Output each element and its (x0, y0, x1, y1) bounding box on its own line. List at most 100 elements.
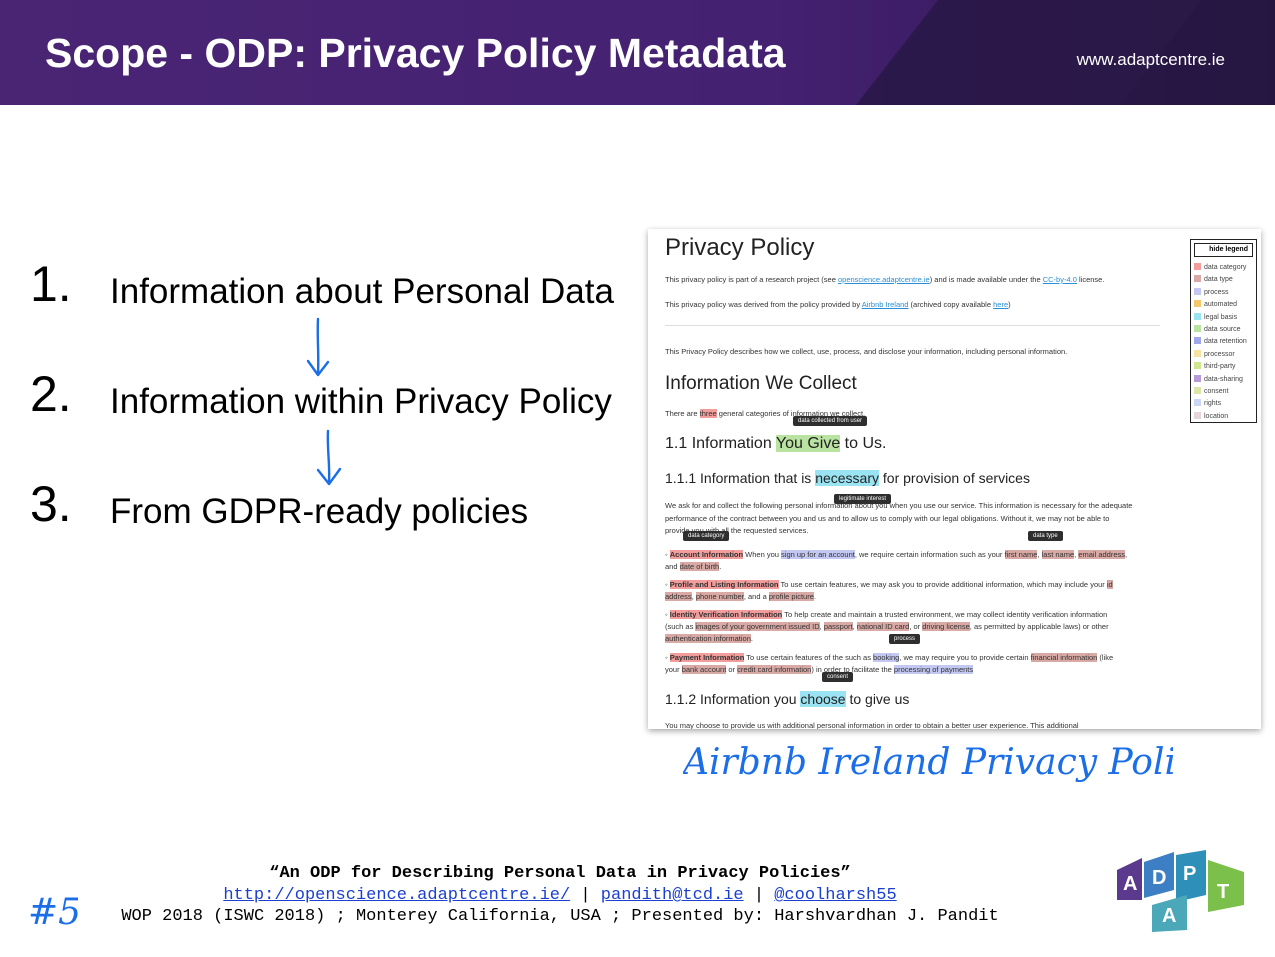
item-identity-info-2: (such as images of your government issue… (665, 622, 1109, 631)
legend-swatch (1194, 399, 1201, 407)
link-openscience[interactable]: openscience.adaptcentre.ie (838, 275, 930, 284)
handwritten-caption: Airbnb Ireland Privacy Policy (683, 742, 1173, 783)
item-identity-info: ◦ Identity Verification Information To h… (665, 610, 1108, 619)
heading-collect: Information We Collect (665, 373, 857, 394)
pp-intro-1: This privacy policy is part of a researc… (665, 275, 1105, 284)
link-license[interactable]: CC-by-4.0 (1043, 275, 1077, 284)
tooltip-data-category: data category (683, 531, 730, 541)
svg-text:D: D (1152, 867, 1166, 889)
legend-label: process (1204, 288, 1229, 296)
header-band: Scope - ODP: Privacy Policy Metadata www… (0, 0, 1275, 105)
svg-text:Airbnb Ireland Privacy Policy: Airbnb Ireland Privacy Policy (683, 742, 1173, 783)
legend-label: third-party (1204, 363, 1236, 371)
list-number: 2. (30, 366, 72, 422)
adapt-logo: A D P A T (1117, 850, 1244, 932)
legend-label: location (1204, 412, 1229, 420)
legend-label: consent (1204, 388, 1229, 395)
hide-legend-button[interactable]: hide legend (1194, 243, 1253, 257)
item-account-info: ◦ Account Information When you sign up f… (665, 550, 1128, 559)
slide-title: Scope - ODP: Privacy Policy Metadata (45, 30, 786, 76)
legend-label: data type (1204, 276, 1233, 284)
legend-swatch (1194, 325, 1201, 332)
legend-item: processor (1194, 349, 1235, 358)
item-payment-info-2: your bank account or credit card informa… (665, 665, 974, 674)
divider (665, 325, 1160, 326)
legend-item: third-party (1194, 362, 1236, 370)
legend-item: automated (1194, 300, 1237, 308)
heading-1-1-2: 1.1.2 Information you choose to give us (665, 691, 910, 707)
legend-item: data retention (1194, 337, 1247, 345)
legend-item: process (1194, 287, 1229, 296)
down-arrow-icon (306, 317, 330, 377)
list-number: 1. (30, 256, 72, 312)
svg-text:A: A (1123, 873, 1137, 895)
legend-swatch (1194, 287, 1201, 295)
pp-intro-2: This privacy policy was derived from the… (665, 300, 1011, 309)
legend-swatch (1194, 362, 1201, 370)
legend-item: data category (1194, 263, 1246, 271)
link-archive[interactable]: here (993, 300, 1008, 309)
svg-text:#5: #5 (28, 892, 78, 933)
link-airbnb[interactable]: Airbnb Ireland (862, 300, 909, 309)
legend-swatch (1194, 275, 1201, 283)
legend-item: legal basis (1194, 312, 1238, 321)
legend-swatch (1194, 300, 1201, 308)
heading-1-1-1: 1.1.1 Information that is necessary for … (665, 470, 1030, 486)
footer-quote: “An ODP for Describing Personal Data in … (269, 864, 851, 883)
svg-text:P: P (1183, 863, 1196, 885)
legend-item: location (1194, 411, 1229, 420)
legend-label: data retention (1204, 338, 1247, 346)
svg-text:T: T (1217, 881, 1229, 903)
legend-label: data category (1204, 264, 1247, 271)
legend-item: data source (1194, 325, 1241, 333)
legend-label: automated (1204, 301, 1238, 309)
para-1-1-1-b: performance of the contract between you … (665, 514, 1110, 523)
list-number: 3. (30, 476, 72, 532)
item-profile-info: ◦ Profile and Listing Information To use… (665, 580, 1113, 589)
legend-item: data-sharing (1194, 374, 1243, 383)
legend-label: data-sharing (1204, 375, 1243, 383)
legend-swatch (1194, 337, 1201, 345)
legend-label: legal basis (1204, 313, 1238, 321)
item-account-info-2: and date of birth. (665, 562, 722, 571)
legend-label: rights (1204, 400, 1222, 408)
slide-number-handwritten: #5 (28, 892, 78, 933)
item-profile-info-2: address, phone number, and a profile pic… (665, 592, 816, 601)
email-link[interactable]: pandith@tcd.ie (601, 886, 744, 905)
site-url: www.adaptcentre.ie (1076, 50, 1225, 69)
tooltip-data-collected: data collected from user (793, 416, 868, 426)
item-identity-info-3: authentication information. (665, 634, 753, 643)
tooltip-data-type: data type (1028, 531, 1063, 541)
list-item-personal-data: Information about Personal Data (110, 272, 614, 311)
footer-links: http://openscience.adaptcentre.ie/ | pan… (223, 886, 897, 905)
down-arrow-icon (316, 429, 342, 486)
legend-swatch (1194, 263, 1201, 270)
footer-event: WOP 2018 (ISWC 2018) ; Monterey Californ… (121, 907, 999, 926)
list-item-privacy-policy: Information within Privacy Policy (110, 382, 612, 421)
list-item-gdpr: From GDPR-ready policies (110, 492, 529, 531)
tooltip-process: process (889, 634, 921, 644)
tooltip-consent: consent (822, 672, 854, 682)
legend-item: rights (1194, 399, 1221, 407)
legend-swatch (1194, 374, 1201, 382)
legend-swatch (1194, 411, 1201, 419)
legend-swatch (1194, 349, 1201, 357)
tooltip-legitimate-interest: legitimate interest (834, 494, 892, 504)
legend-swatch (1194, 387, 1201, 394)
svg-text:A: A (1162, 905, 1176, 927)
legend-item: consent (1194, 387, 1229, 395)
openscience-link[interactable]: http://openscience.adaptcentre.ie/ (223, 886, 570, 905)
heading-1-1: 1.1 Information You Give to Us. (665, 435, 887, 452)
pp-describes: This Privacy Policy describes how we col… (665, 347, 1068, 356)
legend-label: processor (1204, 350, 1235, 358)
para-1-1-1-a: We ask for and collect the following per… (665, 501, 1133, 510)
legend-panel: hide legend data category data type proces… (1190, 239, 1257, 423)
para-1-1-2: You may choose to provide us with additi… (665, 721, 1079, 729)
item-payment-info: ◦ Payment Information To use certain fea… (665, 653, 1114, 662)
pp-title: Privacy Policy (665, 234, 815, 261)
legend-item: data type (1194, 275, 1233, 283)
privacy-policy-screenshot: Privacy Policy This privacy policy is pa… (648, 229, 1261, 729)
twitter-link[interactable]: @coolharsh55 (774, 886, 896, 905)
legend-label: data source (1204, 326, 1241, 333)
legend-swatch (1194, 312, 1201, 320)
